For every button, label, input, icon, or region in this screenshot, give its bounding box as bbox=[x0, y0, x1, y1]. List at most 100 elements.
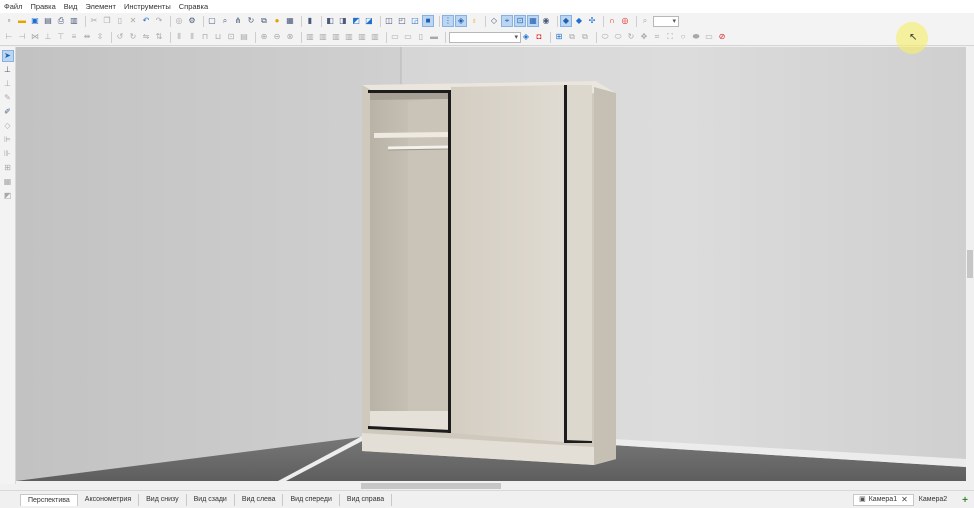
distribute-icon[interactable]: ⋈ bbox=[30, 32, 40, 42]
rotate-icon[interactable]: ↻ bbox=[246, 16, 256, 26]
subtract-icon[interactable]: ⊖ bbox=[272, 32, 282, 42]
tab-left-view[interactable]: Вид слева bbox=[235, 493, 284, 506]
bar-chart-3-icon[interactable]: ▥ bbox=[331, 32, 341, 42]
columns-icon[interactable]: ▯ bbox=[416, 32, 426, 42]
horizontal-scrollbar[interactable] bbox=[16, 481, 966, 490]
lasso-icon[interactable]: ⬭ bbox=[600, 32, 610, 42]
book-icon[interactable]: ▮ bbox=[305, 16, 315, 26]
cube-front-icon[interactable]: ◧ bbox=[325, 16, 335, 26]
snap-icon[interactable]: ◈ bbox=[455, 15, 467, 27]
menu-help[interactable]: Справка bbox=[179, 2, 208, 11]
node-line-icon[interactable]: ◆ bbox=[574, 16, 584, 26]
save-as-icon[interactable]: ▤ bbox=[43, 16, 53, 26]
bar-chart-icon[interactable]: ▥ bbox=[305, 32, 315, 42]
menu-edit[interactable]: Правка bbox=[30, 2, 55, 11]
copy-icon[interactable]: ❐ bbox=[102, 16, 112, 26]
zoom-window-icon[interactable]: ⌗ bbox=[652, 32, 662, 42]
select-arrow-icon[interactable]: ➤ bbox=[1, 50, 14, 62]
space-vertical-icon[interactable]: ⇳ bbox=[95, 32, 105, 42]
frame-icon[interactable]: ▭ bbox=[390, 32, 400, 42]
redo-icon[interactable]: ↷ bbox=[154, 16, 164, 26]
eye-icon[interactable]: ◉ bbox=[541, 16, 551, 26]
eyedropper-icon[interactable]: ✐ bbox=[3, 107, 13, 117]
align-tool-icon[interactable]: ⊪ bbox=[3, 149, 13, 159]
stack-fill-icon[interactable]: ▤ bbox=[239, 32, 249, 42]
vertical-scrollbar-thumb[interactable] bbox=[967, 250, 973, 278]
stack-center-icon[interactable]: ⊡ bbox=[226, 32, 236, 42]
pen-tool-icon[interactable]: ✎ bbox=[3, 93, 13, 103]
save-icon[interactable]: ▣ bbox=[30, 16, 40, 26]
cube-shaded-icon[interactable]: ◲ bbox=[410, 16, 420, 26]
shape-tool-icon[interactable]: ◇ bbox=[3, 121, 13, 131]
sliding-door-middle[interactable] bbox=[451, 85, 564, 442]
tag-icon[interactable]: ◇ bbox=[489, 16, 499, 26]
menu-view[interactable]: Вид bbox=[64, 2, 78, 11]
pan-icon[interactable]: ✥ bbox=[639, 32, 649, 42]
material-combo[interactable]: ▾ bbox=[449, 31, 521, 43]
rotate-left-icon[interactable]: ↺ bbox=[115, 32, 125, 42]
new-icon[interactable]: ▫ bbox=[4, 16, 14, 26]
ungroup-icon[interactable]: ⧉ bbox=[580, 32, 590, 42]
cube-solid-icon[interactable]: ■ bbox=[422, 15, 434, 27]
open-folder-icon[interactable]: ▬ bbox=[17, 16, 27, 26]
bar-chart-5-icon[interactable]: ▥ bbox=[357, 32, 367, 42]
tab-back-view[interactable]: Вид сзади bbox=[187, 493, 235, 506]
mirror-icon[interactable]: ⇋ bbox=[141, 32, 151, 42]
tab-front-view[interactable]: Вид спереди bbox=[283, 493, 340, 506]
3d-viewport[interactable] bbox=[16, 47, 966, 481]
bar-chart-4-icon[interactable]: ▥ bbox=[344, 32, 354, 42]
horizontal-scrollbar-thumb[interactable] bbox=[361, 483, 501, 489]
union-icon[interactable]: ⊕ bbox=[259, 32, 269, 42]
settings-icon[interactable]: ⚙ bbox=[187, 16, 197, 26]
share-icon[interactable]: ⋔ bbox=[233, 16, 243, 26]
orbit-icon[interactable]: ↻ bbox=[626, 32, 636, 42]
search-icon[interactable]: ⌕ bbox=[640, 16, 650, 26]
select-all-icon[interactable]: ⊞ bbox=[554, 32, 564, 42]
cube-side-icon[interactable]: ◩ bbox=[351, 16, 361, 26]
cut-icon[interactable]: ✂ bbox=[89, 16, 99, 26]
align-center-icon[interactable]: ⊣ bbox=[17, 32, 27, 42]
print-preview-icon[interactable]: ▥ bbox=[69, 16, 79, 26]
menu-file[interactable]: Файл bbox=[4, 2, 22, 11]
zoom-extents-icon[interactable]: ⛶ bbox=[665, 32, 675, 42]
grid-icon[interactable]: ⋮ bbox=[442, 15, 454, 27]
tab-camera2[interactable]: Камера2 bbox=[914, 494, 952, 506]
material-icon[interactable]: ◘ bbox=[534, 32, 544, 42]
layers-icon[interactable]: ▦ bbox=[285, 16, 295, 26]
magnet-icon[interactable]: ∩ bbox=[607, 16, 617, 26]
cube-top-icon[interactable]: ◨ bbox=[338, 16, 348, 26]
zoom-icon[interactable]: ⌕ bbox=[220, 16, 230, 26]
box-icon[interactable]: ▭ bbox=[704, 32, 714, 42]
print-icon[interactable]: ⎙ bbox=[56, 16, 66, 26]
cube-left-icon[interactable]: ◰ bbox=[397, 16, 407, 26]
paste-icon[interactable]: ▯ bbox=[115, 16, 125, 26]
wardrobe[interactable] bbox=[362, 81, 616, 465]
dimension-icon[interactable]: ⊡ bbox=[514, 15, 526, 27]
close-icon[interactable]: ✕ bbox=[901, 494, 908, 506]
stack-left-icon[interactable]: ⫴ bbox=[174, 32, 184, 42]
align-top-icon[interactable]: ⊤ bbox=[56, 32, 66, 42]
capsule-icon[interactable]: ⬬ bbox=[691, 32, 701, 42]
lasso-2-icon[interactable]: ⬭ bbox=[613, 32, 623, 42]
sun-icon[interactable]: ● bbox=[272, 16, 282, 26]
space-horizontal-icon[interactable]: ⇹ bbox=[82, 32, 92, 42]
zoom-fit-icon[interactable]: ▢ bbox=[207, 16, 217, 26]
rows-icon[interactable]: ▬ bbox=[429, 32, 439, 42]
tab-perspective[interactable]: Перспектива bbox=[20, 493, 78, 506]
layers-tool-icon[interactable]: ▦ bbox=[3, 177, 13, 187]
group-icon[interactable]: ⧉ bbox=[567, 32, 577, 42]
add-camera-icon[interactable]: + bbox=[962, 495, 968, 506]
menu-tools[interactable]: Инструменты bbox=[124, 2, 171, 11]
flip-icon[interactable]: ⇅ bbox=[154, 32, 164, 42]
node-move-icon[interactable]: ✣ bbox=[587, 16, 597, 26]
tab-bottom-view[interactable]: Вид снизу bbox=[139, 493, 187, 506]
light-bulb-icon[interactable]: ♁ bbox=[469, 16, 479, 26]
dimension-tool-icon[interactable]: ⊥ bbox=[3, 65, 13, 75]
intersect-icon[interactable]: ⊗ bbox=[285, 32, 295, 42]
tab-right-view[interactable]: Вид справа bbox=[340, 493, 393, 506]
stack-top-icon[interactable]: ⊓ bbox=[200, 32, 210, 42]
tab-axonometry[interactable]: Аксонометрия bbox=[78, 493, 140, 506]
stop-icon[interactable]: ⊘ bbox=[717, 32, 727, 42]
rotate-right-icon[interactable]: ↻ bbox=[128, 32, 138, 42]
vertical-scrollbar[interactable] bbox=[966, 47, 974, 481]
